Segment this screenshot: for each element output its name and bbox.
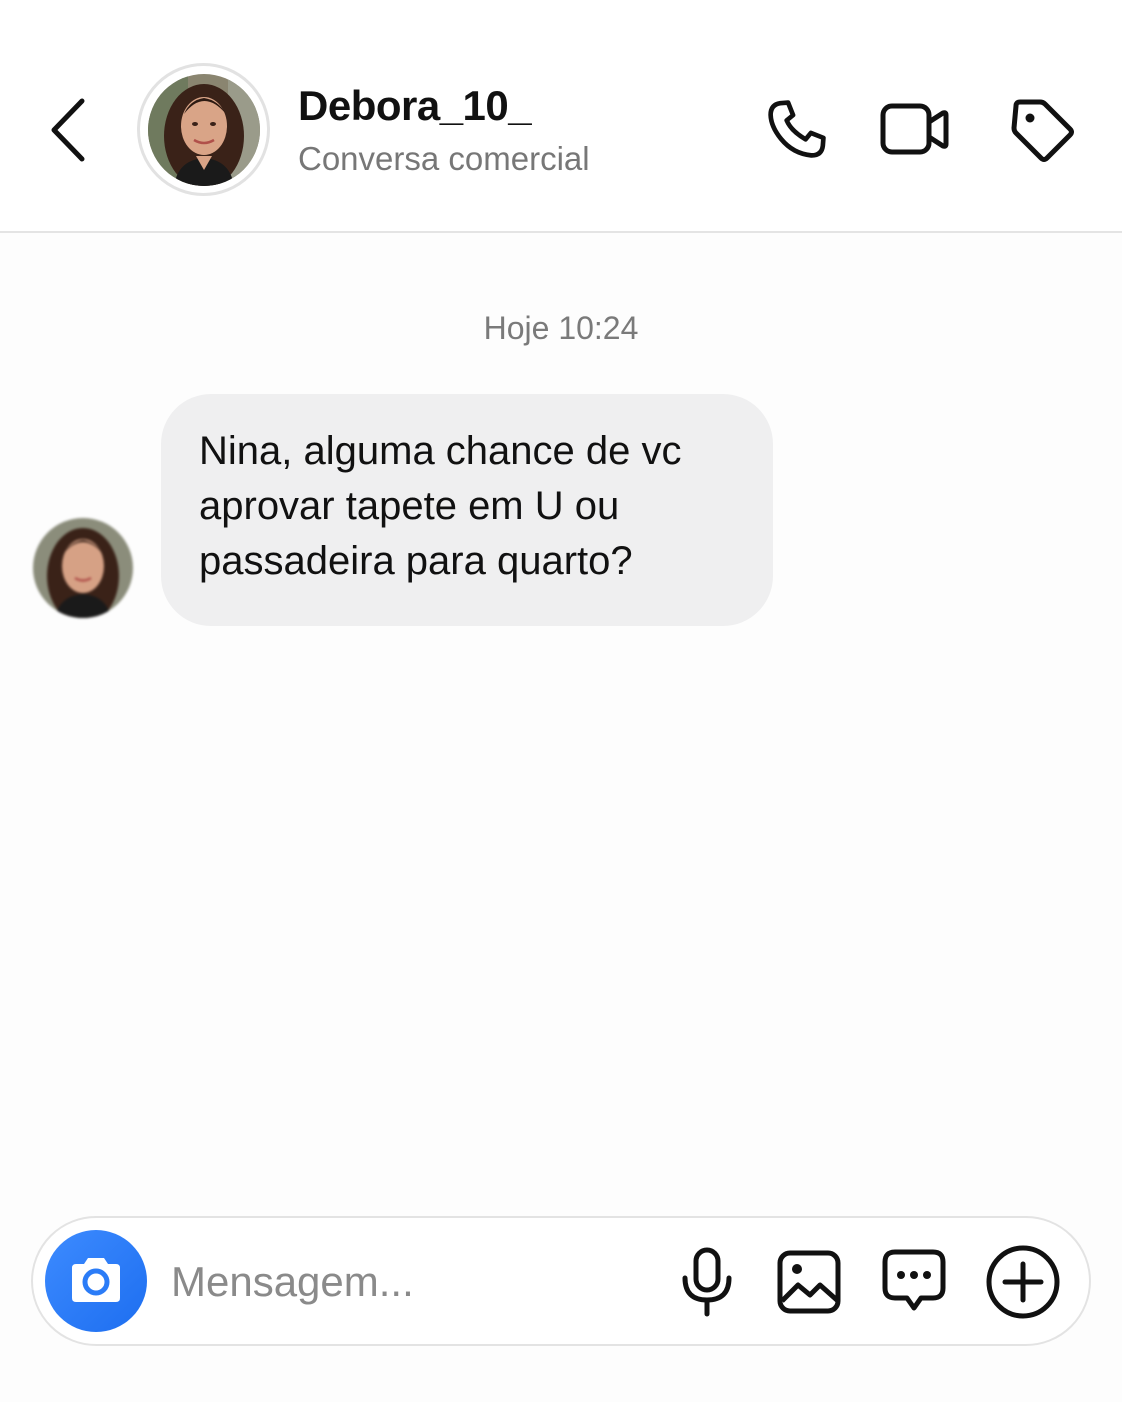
video-call-button[interactable]: [876, 92, 952, 168]
sticker-button[interactable]: [874, 1242, 954, 1322]
video-camera-icon: [880, 103, 949, 155]
back-button[interactable]: [40, 92, 96, 168]
conversation-type-label: Conversa comercial: [298, 140, 590, 177]
message-input[interactable]: [171, 1248, 631, 1316]
chat-header: Debora_10_ Conversa comercial: [0, 0, 1122, 233]
tag-icon: [1011, 99, 1074, 162]
camera-icon: [72, 1258, 120, 1302]
labels-button[interactable]: [1004, 92, 1080, 168]
phone-icon: [768, 100, 826, 158]
chat-bubble-icon: [882, 1249, 946, 1311]
camera-button[interactable]: [45, 1230, 147, 1332]
chat-screen: Debora_10_ Conversa comercial Hoje 10:24: [0, 0, 1122, 1402]
incoming-message-bubble[interactable]: Nina, alguma chance de vc aprovar tapete…: [161, 394, 773, 626]
sender-avatar[interactable]: [33, 518, 133, 618]
avatar-photo: [147, 73, 260, 186]
gallery-icon: [777, 1250, 841, 1314]
microphone-icon: [682, 1247, 732, 1317]
plus-circle-icon: [986, 1245, 1060, 1319]
message-timestamp: Hoje 10:24: [483, 310, 639, 346]
more-options-button[interactable]: [983, 1242, 1063, 1322]
chevron-left-icon: [51, 98, 85, 162]
call-button[interactable]: [758, 92, 834, 168]
contact-avatar[interactable]: [137, 63, 270, 196]
contact-name[interactable]: Debora_10_: [298, 82, 532, 130]
gallery-button[interactable]: [769, 1242, 849, 1322]
message-composer: [31, 1216, 1091, 1346]
voice-message-button[interactable]: [667, 1242, 747, 1322]
